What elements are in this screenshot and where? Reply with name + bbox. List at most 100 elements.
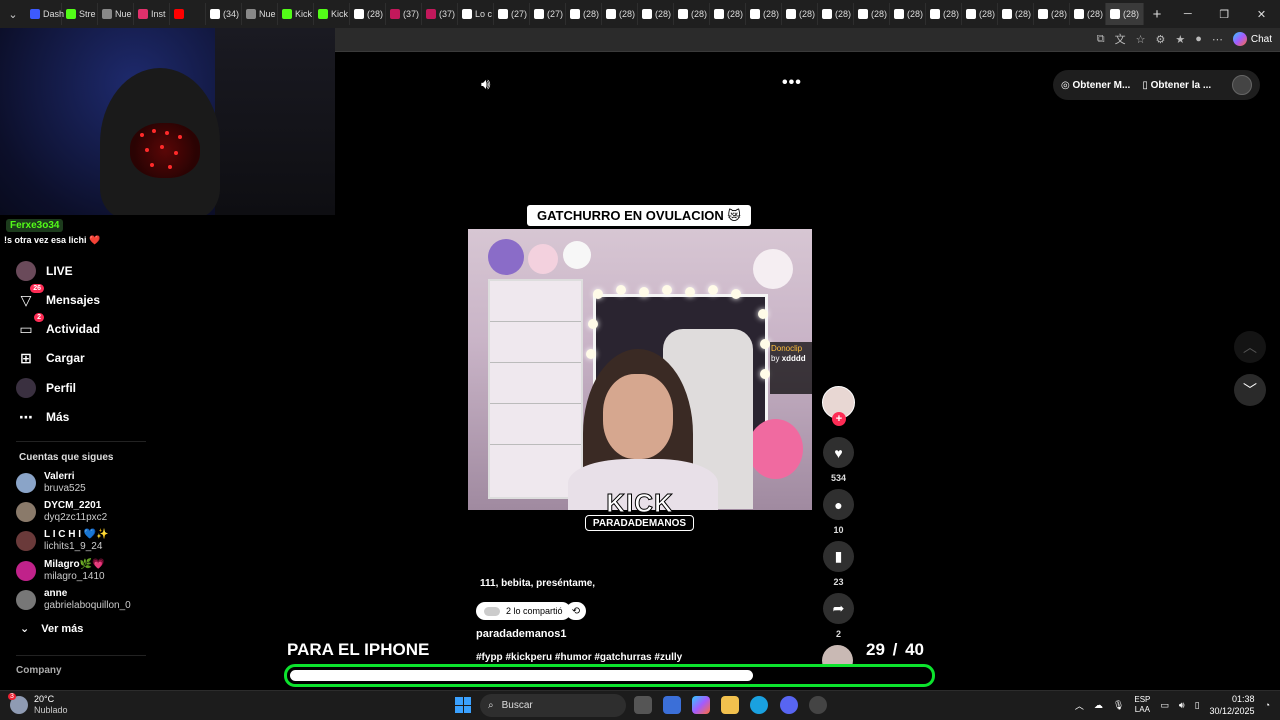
maximize-icon[interactable]: ❐ bbox=[1219, 8, 1229, 21]
browser-tab[interactable]: (28)✕ bbox=[1106, 3, 1144, 25]
browser-tab[interactable]: (28) bbox=[638, 3, 674, 25]
browser-tab[interactable]: (28) bbox=[710, 3, 746, 25]
goal-progress-bar bbox=[284, 664, 935, 687]
like-button[interactable]: ♥ bbox=[823, 437, 854, 468]
followed-account[interactable]: L I C H I 💙✨ lichits1_9_24 bbox=[16, 529, 109, 553]
browser-tab[interactable]: Kick bbox=[314, 3, 350, 25]
browser-tab[interactable] bbox=[170, 3, 206, 25]
browser-tab[interactable]: Inst bbox=[134, 3, 170, 25]
browser-tab[interactable]: Nue bbox=[242, 3, 278, 25]
discord-icon[interactable] bbox=[780, 696, 798, 714]
sidebar-item-more[interactable]: ⋯ Más bbox=[16, 407, 69, 427]
notifications-icon[interactable]: ◔ bbox=[1265, 700, 1270, 710]
browser-tab[interactable]: (28) bbox=[890, 3, 926, 25]
browser-tab[interactable]: (34) bbox=[206, 3, 242, 25]
open-in-app-icon[interactable]: ⧉ bbox=[1097, 33, 1105, 46]
clock[interactable]: 01:38 30/12/2025 bbox=[1210, 693, 1255, 717]
minimize-icon[interactable]: ─ bbox=[1184, 8, 1192, 21]
see-more-button[interactable]: ⌄ Ver más bbox=[20, 622, 83, 636]
get-coins-button[interactable]: ◎ Obtener M... bbox=[1061, 80, 1130, 91]
browser-tab[interactable]: (27) bbox=[494, 3, 530, 25]
browser-tab[interactable]: (28) bbox=[566, 3, 602, 25]
sidebar-item-live[interactable]: LIVE bbox=[16, 261, 73, 281]
store-icon[interactable] bbox=[663, 696, 681, 714]
favorites-icon[interactable]: ★ bbox=[1175, 33, 1185, 46]
new-tab-button[interactable]: + bbox=[1144, 6, 1170, 23]
tray-overflow-icon[interactable]: ︿ bbox=[1075, 699, 1084, 712]
share-button[interactable]: ➦ bbox=[823, 593, 854, 624]
browser-tab[interactable]: (28) bbox=[602, 3, 638, 25]
microphone-icon[interactable]: 🎙︎ bbox=[1113, 700, 1124, 711]
browser-tab[interactable]: (37) bbox=[386, 3, 422, 25]
browser-tab[interactable]: (28) bbox=[998, 3, 1034, 25]
close-window-icon[interactable]: ✕ bbox=[1257, 8, 1266, 21]
browser-tab[interactable]: (28) bbox=[674, 3, 710, 25]
followed-account[interactable]: Milagro🌿💗 milagro_1410 bbox=[16, 559, 105, 583]
speaker-icon[interactable]: 🔊︎ bbox=[1179, 700, 1185, 711]
followed-account[interactable]: Valerri bruva525 bbox=[16, 471, 86, 495]
browser-tab[interactable]: (28) bbox=[1070, 3, 1106, 25]
webcam-background bbox=[215, 28, 335, 215]
translate-icon[interactable]: 文 bbox=[1115, 31, 1126, 47]
browser-tab[interactable]: Lo c bbox=[458, 3, 494, 25]
volume-icon[interactable]: 🔊︎ bbox=[481, 76, 490, 93]
tab-label: (34) bbox=[223, 9, 240, 19]
network-icon[interactable]: ▭ bbox=[1160, 700, 1169, 711]
followed-account[interactable]: DYCM_2201 dyq2zc11pxc2 bbox=[16, 500, 107, 524]
more-options-icon[interactable]: ••• bbox=[782, 74, 802, 92]
browser-tab[interactable]: (28) bbox=[818, 3, 854, 25]
browser-tab[interactable]: (28) bbox=[926, 3, 962, 25]
edge-browser-icon[interactable] bbox=[750, 696, 768, 714]
browser-tab[interactable]: (28) bbox=[350, 3, 386, 25]
copilot-chat-button[interactable]: Chat bbox=[1232, 32, 1272, 46]
browser-tab[interactable]: (27) bbox=[530, 3, 566, 25]
favorite-star-icon[interactable]: ☆ bbox=[1136, 33, 1146, 46]
more-icon: ⋯ bbox=[19, 408, 33, 425]
browser-tab[interactable]: (28) bbox=[962, 3, 998, 25]
weather-widget[interactable]: 3 20°C Nublado bbox=[8, 693, 68, 716]
company-link[interactable]: Company bbox=[16, 665, 62, 676]
video-frame[interactable] bbox=[468, 229, 812, 510]
shared-text: 2 lo compartió bbox=[506, 606, 563, 616]
previous-video-button[interactable]: ︿ bbox=[1234, 331, 1266, 363]
next-video-button[interactable]: ﹀ bbox=[1234, 374, 1266, 406]
window-controls: ─ ❐ ✕ bbox=[1170, 8, 1280, 21]
file-explorer-icon[interactable] bbox=[721, 696, 739, 714]
browser-tab[interactable]: Dash bbox=[26, 3, 64, 25]
followed-account[interactable]: anne gabrielaboquillon_0 bbox=[16, 588, 131, 612]
extensions-icon[interactable]: ⚙ bbox=[1155, 33, 1165, 46]
obs-icon[interactable] bbox=[809, 696, 827, 714]
windows-start-icon[interactable] bbox=[455, 697, 471, 713]
browser-tab[interactable]: Nue bbox=[98, 3, 134, 25]
sidebar-item-activity[interactable]: ▭ 2 Actividad bbox=[16, 313, 100, 339]
save-button[interactable]: ▮ bbox=[823, 541, 854, 572]
browser-tab[interactable]: Stre bbox=[62, 3, 98, 25]
onedrive-icon[interactable]: ☁ bbox=[1094, 700, 1103, 711]
task-view-icon[interactable] bbox=[634, 696, 652, 714]
browser-tab[interactable]: (37) bbox=[422, 3, 458, 25]
taskbar-search[interactable]: ⌕ Buscar bbox=[480, 694, 626, 717]
sidebar-item-profile[interactable]: Perfil bbox=[16, 378, 76, 398]
language-indicator[interactable]: ESP LAA bbox=[1134, 695, 1150, 715]
settings-more-icon[interactable]: ⋯ bbox=[1212, 33, 1223, 46]
browser-tab[interactable]: (28) bbox=[746, 3, 782, 25]
browser-tab[interactable]: Kick bbox=[278, 3, 314, 25]
repost-button[interactable]: ⟲ bbox=[566, 602, 586, 620]
follow-plus-icon[interactable]: + bbox=[832, 412, 846, 426]
video-hashtags[interactable]: #fypp #kickperu #humor #gatchurras #zull… bbox=[476, 652, 682, 663]
user-avatar[interactable] bbox=[1232, 75, 1252, 95]
copilot-app-icon[interactable] bbox=[692, 696, 710, 714]
battery-icon[interactable]: ▯ bbox=[1195, 700, 1200, 711]
sidebar-item-messages[interactable]: ▽ 26 Mensajes bbox=[16, 284, 100, 310]
comment-button[interactable]: ● bbox=[823, 489, 854, 520]
browser-tab[interactable]: (28) bbox=[854, 3, 890, 25]
tab-actions-menu-icon[interactable]: ⌄ bbox=[0, 0, 26, 28]
video-author[interactable]: paradademanos1 bbox=[476, 628, 566, 640]
browser-tab[interactable]: (28) bbox=[1034, 3, 1070, 25]
shared-by-pill[interactable]: 2 lo compartió bbox=[476, 602, 571, 620]
browser-tab[interactable]: (28) bbox=[782, 3, 818, 25]
sidebar-item-upload[interactable]: ⊞ Cargar bbox=[16, 348, 85, 368]
profile-avatar-icon[interactable]: ● bbox=[1195, 33, 1202, 45]
tab-favicon-icon bbox=[318, 9, 328, 19]
get-app-button[interactable]: ▯ Obtener la ... bbox=[1142, 80, 1211, 91]
